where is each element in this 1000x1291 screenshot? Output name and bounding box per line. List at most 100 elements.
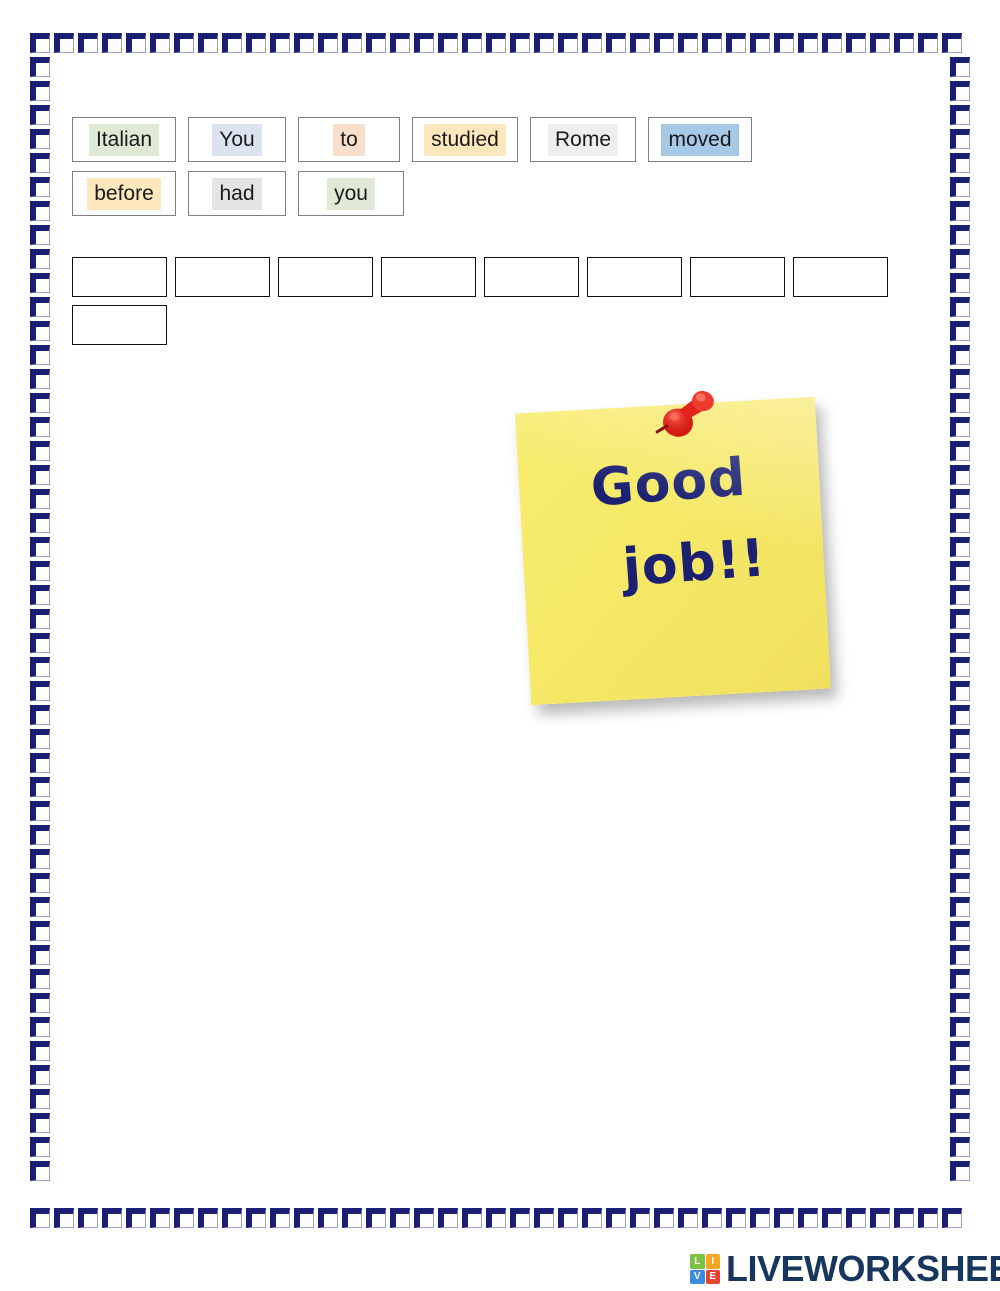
word-tile-you[interactable]: You xyxy=(188,117,286,162)
border-square-right-18 xyxy=(950,489,970,509)
answer-drop-box[interactable] xyxy=(72,257,167,297)
border-square-top-1 xyxy=(54,33,74,53)
border-square-right-0 xyxy=(950,57,970,77)
border-square-right-27 xyxy=(950,705,970,725)
good-job-sticky-note: Good job!! xyxy=(505,380,850,725)
border-square-left-11 xyxy=(30,321,50,341)
border-square-top-8 xyxy=(222,33,242,53)
border-square-left-42 xyxy=(30,1065,50,1085)
border-square-bottom-25 xyxy=(630,1208,650,1228)
border-square-top-14 xyxy=(366,33,386,53)
border-square-top-32 xyxy=(798,33,818,53)
border-square-top-24 xyxy=(606,33,626,53)
answer-row-1 xyxy=(72,257,932,297)
border-square-top-13 xyxy=(342,33,362,53)
logo-cell-l: L xyxy=(690,1254,705,1269)
border-square-top-20 xyxy=(510,33,530,53)
border-square-left-38 xyxy=(30,969,50,989)
border-square-left-18 xyxy=(30,489,50,509)
answer-drop-box[interactable] xyxy=(72,305,167,345)
word-bank: Italian You to studied Rome moved before had yo… xyxy=(72,117,922,225)
border-square-top-27 xyxy=(678,33,698,53)
word-tile-label: to xyxy=(333,123,365,156)
word-tile-had[interactable]: had xyxy=(188,171,286,216)
logo-cell-i: I xyxy=(705,1254,720,1269)
answer-drop-box[interactable] xyxy=(690,257,785,297)
border-square-left-12 xyxy=(30,345,50,365)
word-tile-label: Italian xyxy=(88,123,160,156)
border-square-top-10 xyxy=(270,33,290,53)
border-square-top-22 xyxy=(558,33,578,53)
border-square-bottom-9 xyxy=(246,1208,266,1228)
border-square-bottom-1 xyxy=(54,1208,74,1228)
answer-drop-box[interactable] xyxy=(381,257,476,297)
liveworksheets-logo[interactable]: LIVE LIVEWORKSHEETS xyxy=(690,1248,1000,1290)
answer-drop-box[interactable] xyxy=(278,257,373,297)
border-square-right-39 xyxy=(950,993,970,1013)
border-square-right-46 xyxy=(950,1161,970,1181)
border-square-top-3 xyxy=(102,33,122,53)
border-square-right-20 xyxy=(950,537,970,557)
border-square-right-17 xyxy=(950,465,970,485)
border-square-top-35 xyxy=(870,33,890,53)
border-square-bottom-8 xyxy=(222,1208,242,1228)
border-square-top-19 xyxy=(486,33,506,53)
word-tile-rome[interactable]: Rome xyxy=(530,117,636,162)
border-square-right-35 xyxy=(950,897,970,917)
border-square-top-33 xyxy=(822,33,842,53)
border-square-top-0 xyxy=(30,33,50,53)
word-bank-row-1: Italian You to studied Rome moved xyxy=(72,117,922,162)
border-square-right-16 xyxy=(950,441,970,461)
border-square-right-45 xyxy=(950,1137,970,1157)
answer-drop-box[interactable] xyxy=(793,257,888,297)
border-square-right-10 xyxy=(950,297,970,317)
border-square-bottom-26 xyxy=(654,1208,674,1228)
border-square-top-23 xyxy=(582,33,602,53)
border-square-right-40 xyxy=(950,1017,970,1037)
border-square-bottom-29 xyxy=(726,1208,746,1228)
border-square-right-34 xyxy=(950,873,970,893)
border-square-bottom-34 xyxy=(846,1208,866,1228)
border-square-right-31 xyxy=(950,801,970,821)
border-square-bottom-36 xyxy=(894,1208,914,1228)
border-square-left-19 xyxy=(30,513,50,533)
border-square-right-24 xyxy=(950,633,970,653)
border-square-left-9 xyxy=(30,273,50,293)
border-square-left-36 xyxy=(30,921,50,941)
word-tile-to[interactable]: to xyxy=(298,117,400,162)
border-square-bottom-6 xyxy=(174,1208,194,1228)
border-square-top-18 xyxy=(462,33,482,53)
word-tile-italian[interactable]: Italian xyxy=(72,117,176,162)
border-square-right-37 xyxy=(950,945,970,965)
word-tile-label: you xyxy=(327,177,375,210)
word-tile-before[interactable]: before xyxy=(72,171,176,216)
border-square-left-13 xyxy=(30,369,50,389)
border-square-left-26 xyxy=(30,681,50,701)
border-square-right-15 xyxy=(950,417,970,437)
border-square-left-28 xyxy=(30,729,50,749)
word-tile-moved[interactable]: moved xyxy=(648,117,752,162)
border-square-top-9 xyxy=(246,33,266,53)
answer-drop-box[interactable] xyxy=(175,257,270,297)
border-square-left-31 xyxy=(30,801,50,821)
border-square-right-5 xyxy=(950,177,970,197)
liveworksheets-brand-text: LIVEWORKSHEETS xyxy=(726,1248,1000,1289)
border-square-right-38 xyxy=(950,969,970,989)
border-square-bottom-5 xyxy=(150,1208,170,1228)
word-tile-studied[interactable]: studied xyxy=(412,117,518,162)
word-bank-row-2: before had you xyxy=(72,171,922,216)
border-square-right-9 xyxy=(950,273,970,293)
border-square-left-23 xyxy=(30,609,50,629)
border-square-right-12 xyxy=(950,345,970,365)
sticky-note-text: Good job!! xyxy=(517,446,826,602)
border-square-top-26 xyxy=(654,33,674,53)
border-square-left-25 xyxy=(30,657,50,677)
border-square-left-20 xyxy=(30,537,50,557)
word-tile-you[interactable]: you xyxy=(298,171,404,216)
answer-drop-box[interactable] xyxy=(484,257,579,297)
border-square-bottom-30 xyxy=(750,1208,770,1228)
border-square-left-27 xyxy=(30,705,50,725)
border-square-bottom-13 xyxy=(342,1208,362,1228)
answer-drop-box[interactable] xyxy=(587,257,682,297)
border-square-left-3 xyxy=(30,129,50,149)
